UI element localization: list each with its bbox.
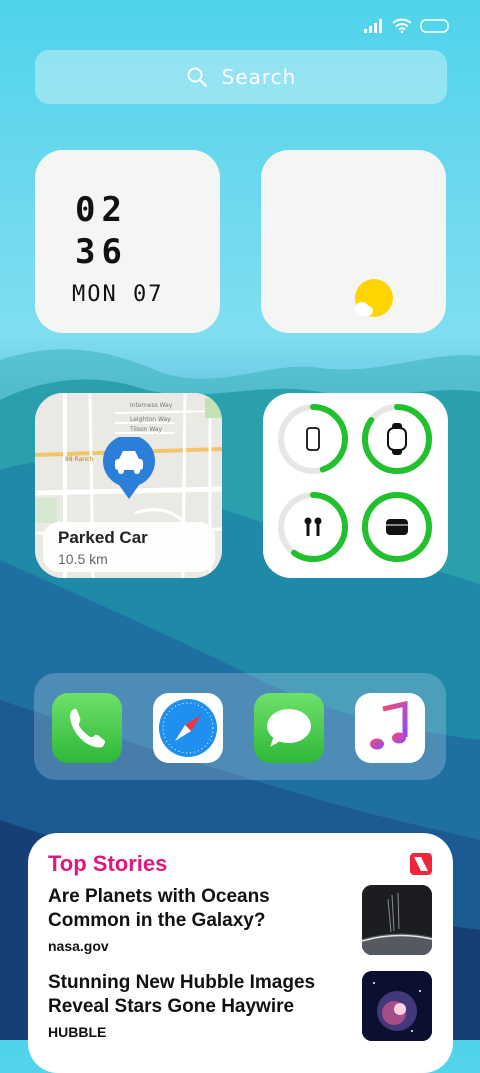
- wifi-icon: [392, 18, 412, 33]
- search-icon: [187, 67, 207, 88]
- search-bar[interactable]: Search: [35, 50, 447, 104]
- story-1-title-line1[interactable]: Are Planets with Oceans: [48, 885, 348, 909]
- story-2-title-line1[interactable]: Stunning New Hubble Images: [48, 971, 348, 995]
- parked-car-card[interactable]: Parked Car 10.5 km: [43, 522, 215, 572]
- svg-text:Tilson Way: Tilson Way: [129, 426, 163, 433]
- dock: [34, 673, 446, 780]
- story-2-thumbnail[interactable]: [362, 971, 432, 1041]
- battery-icon: [420, 18, 449, 33]
- weather-widget[interactable]: [261, 150, 446, 333]
- music-note-icon: [370, 700, 408, 750]
- story-2-title-line2[interactable]: Reveal Stars Gone Haywire: [48, 995, 348, 1019]
- phone-app[interactable]: [52, 693, 122, 763]
- case-icon: [386, 519, 408, 535]
- parked-car-distance: 10.5 km: [58, 551, 108, 567]
- battery-widget[interactable]: [263, 393, 448, 578]
- battery-rings: [278, 404, 432, 562]
- search-placeholder: Search: [221, 65, 297, 89]
- clock-hour: 02: [75, 190, 128, 230]
- news-heading: Top Stories: [48, 851, 168, 876]
- parked-car-title: Parked Car: [58, 528, 148, 547]
- planet-image: [362, 885, 432, 955]
- news-logo-icon: [410, 853, 432, 875]
- story-1-title-line2[interactable]: Common in the Galaxy?: [48, 909, 348, 933]
- compass-icon: [159, 699, 217, 757]
- svg-text:88 Ranch: 88 Ranch: [65, 456, 93, 463]
- svg-text:Leighton Way: Leighton Way: [130, 416, 171, 423]
- messages-app[interactable]: [254, 693, 324, 763]
- safari-app[interactable]: [153, 693, 223, 763]
- sun-cloud-icon: [355, 279, 393, 317]
- car-pin-icon[interactable]: [101, 437, 157, 501]
- story-2-source: HUBBLE: [48, 1024, 107, 1040]
- phone-icon: [70, 708, 105, 748]
- map-widget[interactable]: Interness Way Leighton Way Tilson Way 88…: [35, 393, 222, 578]
- watch-icon: [387, 423, 407, 455]
- music-app[interactable]: [355, 693, 425, 763]
- airpods-icon: [304, 517, 322, 536]
- news-widget[interactable]: Top Stories Are Planets with Oceans Comm…: [28, 833, 453, 1073]
- clock-widget[interactable]: 02 36 MON 07: [35, 150, 220, 333]
- clock-minute: 36: [75, 232, 128, 272]
- story-1-source: nasa.gov: [48, 938, 109, 954]
- phone-icon: [306, 427, 320, 451]
- nebula-image: [362, 971, 432, 1041]
- story-1-thumbnail[interactable]: [362, 885, 432, 955]
- message-bubble-icon: [267, 709, 311, 747]
- status-bar: [364, 18, 450, 33]
- svg-text:Interness Way: Interness Way: [130, 402, 173, 409]
- signal-icon: [364, 18, 382, 33]
- clock-date: MON 07: [72, 282, 164, 307]
